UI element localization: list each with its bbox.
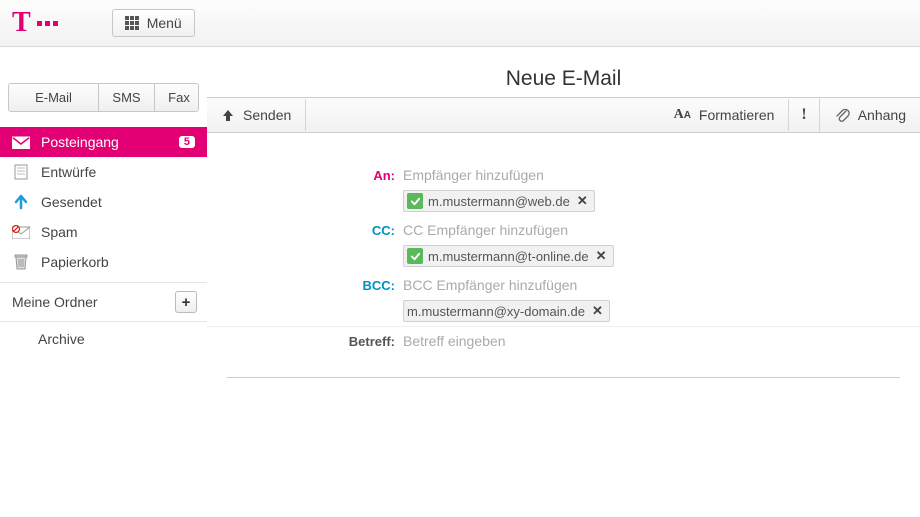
folder-label: Entwürfe [41,164,195,180]
chip-email: m.mustermann@t-online.de [428,249,589,264]
paperclip-icon [834,107,850,123]
grid-icon [125,16,139,30]
subject-placeholder: Betreff eingeben [403,331,920,351]
logo-t: T [12,7,29,39]
folder-label: Gesendet [41,194,195,210]
folder-label: Papierkorb [41,254,195,270]
remove-chip-icon[interactable]: ✕ [590,303,605,319]
compose-toolbar: Senden AA Formatieren ! Anhang [207,97,920,133]
add-folder-button[interactable]: + [175,291,197,313]
to-row: An: Empfänger hinzufügen m.mustermann@we… [207,161,920,216]
subject-row: Betreff: Betreff eingeben [207,327,920,359]
remove-chip-icon[interactable]: ✕ [575,193,590,209]
attach-label: Anhang [858,107,906,123]
section-label: Meine Ordner [12,294,98,310]
sent-icon [12,194,30,210]
format-button[interactable]: AA Formatieren [660,99,790,131]
format-label: Formatieren [699,107,774,123]
attach-button[interactable]: Anhang [820,99,920,131]
trash-icon [12,254,30,270]
separator [227,377,900,378]
top-bar: T Menü [0,0,920,47]
page-title: Neue E-Mail [207,67,920,97]
verified-icon [407,193,423,209]
spam-icon [12,224,30,240]
sidebar: E-Mail SMS Fax Posteingang 5 Entwürfe Ge… [0,47,207,378]
remove-chip-icon[interactable]: ✕ [594,248,609,264]
folder-sent[interactable]: Gesendet [0,187,207,217]
bcc-row: BCC: BCC Empfänger hinzufügen m.musterma… [207,271,920,327]
verified-icon [407,248,423,264]
chip-email: m.mustermann@web.de [428,194,570,209]
folder-inbox[interactable]: Posteingang 5 [0,127,207,157]
bcc-field[interactable]: BCC Empfänger hinzufügen m.mustermann@xy… [403,275,920,322]
tab-fax[interactable]: Fax [155,84,199,111]
subject-label: Betreff: [207,331,403,349]
folder-spam[interactable]: Spam [0,217,207,247]
exclamation-icon: ! [801,106,806,124]
logo-dots [37,21,58,26]
tab-email[interactable]: E-Mail [9,84,99,111]
upload-icon [221,108,235,122]
bcc-label: BCC: [207,275,403,293]
to-field[interactable]: Empfänger hinzufügen m.mustermann@web.de… [403,165,920,212]
folder-drafts[interactable]: Entwürfe [0,157,207,187]
cc-label: CC: [207,220,403,238]
format-icon: AA [674,107,691,123]
inbox-icon [12,134,30,150]
inbox-badge: 5 [179,136,195,148]
compose-form: An: Empfänger hinzufügen m.mustermann@we… [207,133,920,359]
to-recipient-chip: m.mustermann@web.de ✕ [403,190,595,212]
my-folders-header: Meine Ordner + [0,282,207,322]
menu-label: Menü [147,15,182,31]
to-label: An: [207,165,403,183]
cc-field[interactable]: CC Empfänger hinzufügen m.mustermann@t-o… [403,220,920,267]
cc-row: CC: CC Empfänger hinzufügen m.mustermann… [207,216,920,271]
message-type-tabs: E-Mail SMS Fax [8,83,199,112]
folder-trash[interactable]: Papierkorb [0,247,207,277]
folder-label: Spam [41,224,195,240]
cc-placeholder: CC Empfänger hinzufügen [403,220,920,240]
send-label: Senden [243,107,291,123]
folder-label: Posteingang [41,134,168,150]
to-placeholder: Empfänger hinzufügen [403,165,920,185]
content-area: Neue E-Mail Senden AA Formatieren ! Anha [207,47,920,378]
send-button[interactable]: Senden [207,99,306,131]
folder-archive[interactable]: Archive [0,322,207,356]
cc-recipient-chip: m.mustermann@t-online.de ✕ [403,245,614,267]
drafts-icon [12,164,30,180]
tab-sms[interactable]: SMS [99,84,155,111]
telekom-logo: T [12,7,58,39]
bcc-recipient-chip: m.mustermann@xy-domain.de ✕ [403,300,610,322]
menu-button[interactable]: Menü [112,9,195,37]
chip-email: m.mustermann@xy-domain.de [407,304,585,319]
bcc-placeholder: BCC Empfänger hinzufügen [403,275,920,295]
subject-field[interactable]: Betreff eingeben [403,331,920,355]
priority-button[interactable]: ! [789,98,819,132]
